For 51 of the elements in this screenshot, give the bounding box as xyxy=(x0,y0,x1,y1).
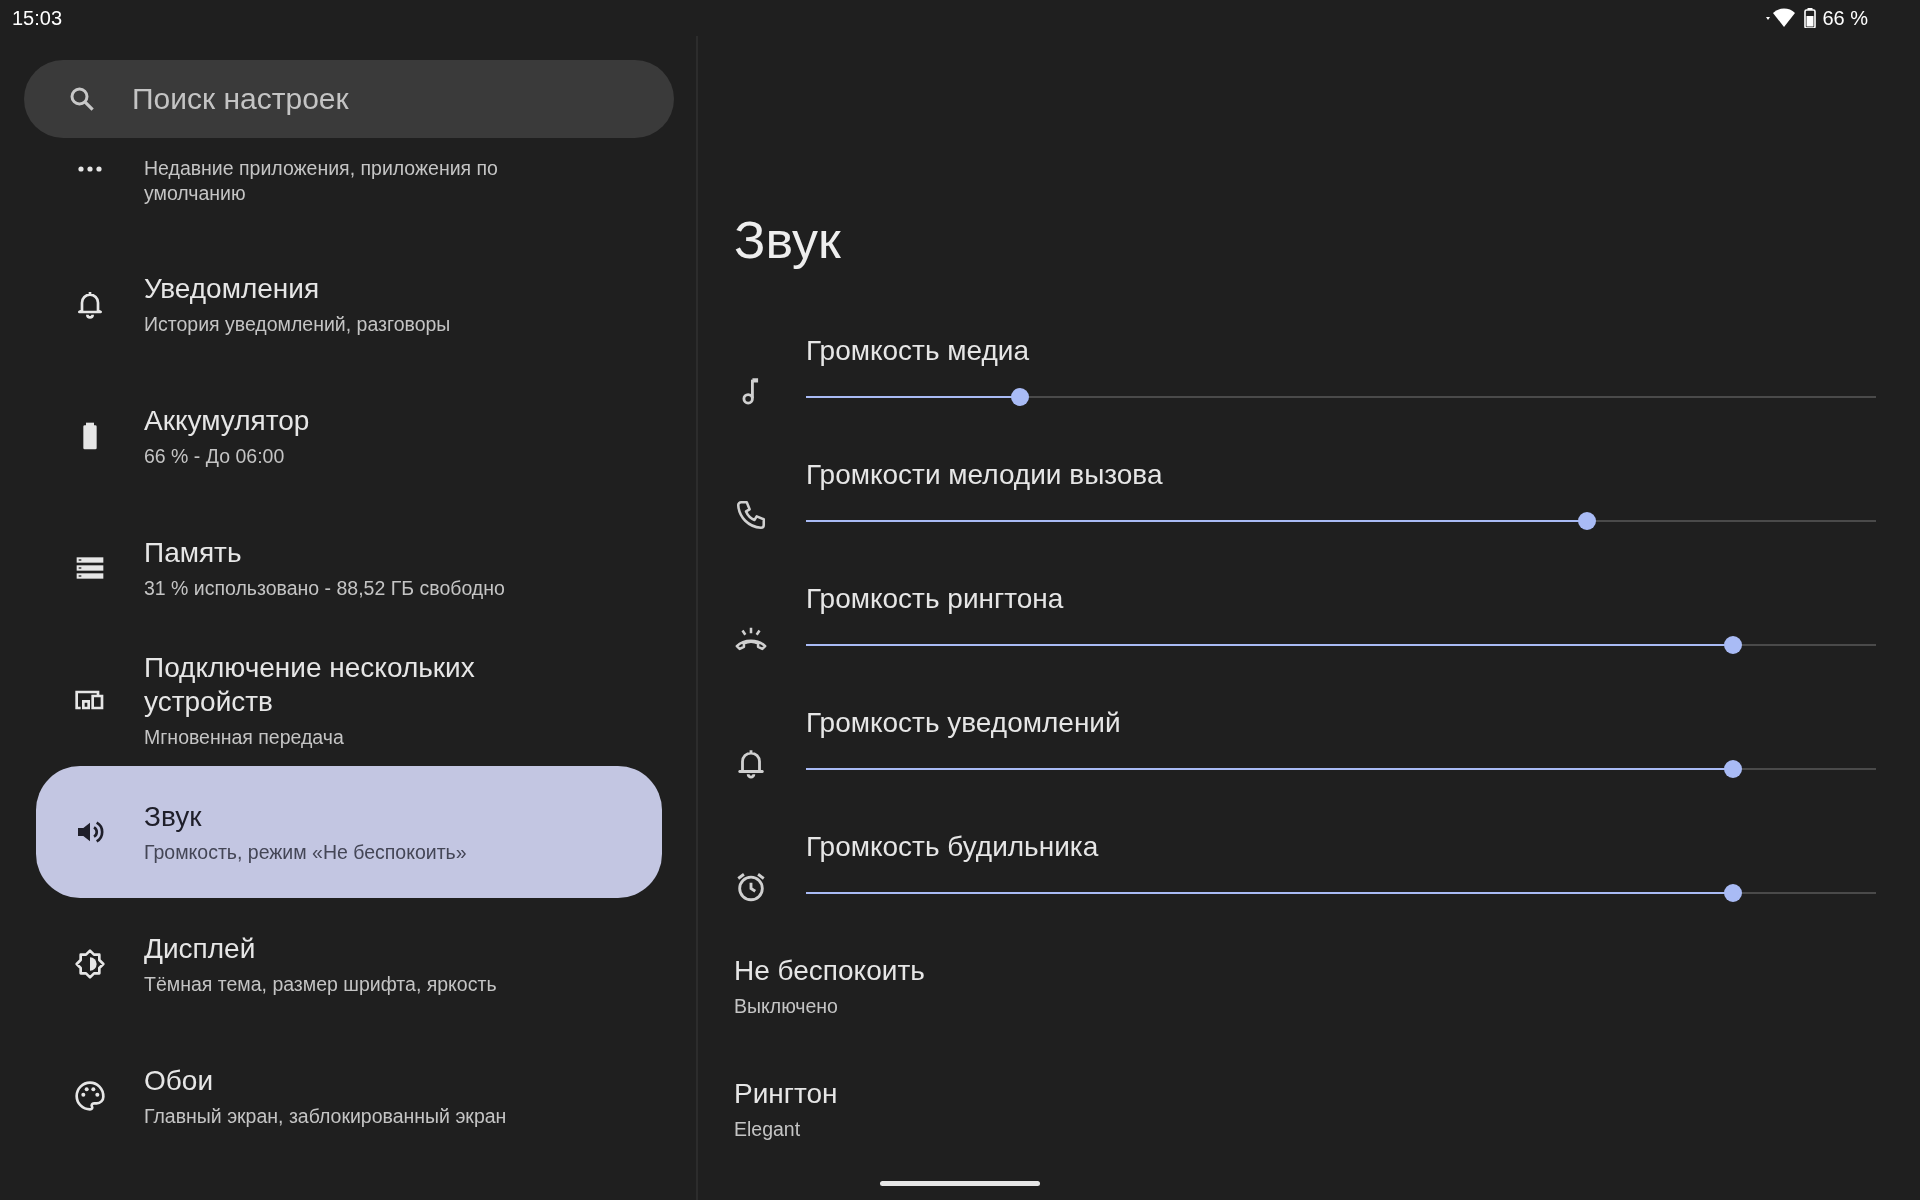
settings-category[interactable]: Дисплей Тёмная тема, размер шрифта, яркость xyxy=(36,898,662,1030)
search-field[interactable]: Поиск настроек xyxy=(24,60,674,138)
more-icon xyxy=(78,166,102,172)
battery-percentage: 66 % xyxy=(1822,6,1868,30)
volume-slider[interactable] xyxy=(806,512,1876,530)
category-title: Память xyxy=(144,535,243,570)
settings-category[interactable]: Обои Главный экран, заблокированный экран xyxy=(36,1030,662,1162)
settings-category[interactable]: Уведомления История уведомлений, разговоры xyxy=(36,238,662,370)
brightness-icon xyxy=(74,948,106,980)
category-summary: Мгновенная передача xyxy=(144,724,345,750)
slider-thumb[interactable] xyxy=(1011,388,1029,406)
settings-category[interactable]: Память 31 % использовано - 88,52 ГБ свободно xyxy=(36,502,662,634)
volume-slider[interactable] xyxy=(806,884,1876,902)
volume-slider[interactable] xyxy=(806,388,1876,406)
setting-summary: Elegant xyxy=(734,1117,802,1142)
category-title: Обои xyxy=(144,1063,215,1098)
volume-label: Громкость уведомлений xyxy=(806,706,1122,740)
clock-time: 15:03 xyxy=(12,6,63,30)
volume-label: Громкость рингтона xyxy=(806,582,1065,616)
slider-thumb[interactable] xyxy=(1723,760,1742,778)
slider-thumb[interactable] xyxy=(1578,512,1597,530)
settings-category[interactable]: Подключение нескольких устройств Мгновенная передача xyxy=(36,634,662,766)
category-title: Звук xyxy=(144,799,203,834)
category-summary: Громкость, режим «Не беспокоить» xyxy=(144,839,468,865)
setting-title[interactable]: Рингтон xyxy=(734,1077,1876,1111)
category-summary: 66 % - До 06:00 xyxy=(144,443,286,469)
volume-slider[interactable] xyxy=(806,760,1876,778)
volume-slider[interactable] xyxy=(806,636,1876,654)
category-summary: Главный экран, заблокированный экран xyxy=(144,1103,508,1129)
category-title: Дисплей xyxy=(144,931,257,966)
slider-thumb[interactable] xyxy=(1723,636,1742,654)
phone-icon xyxy=(734,498,768,532)
palette-icon xyxy=(74,1080,106,1112)
settings-category[interactable]: Аккумулятор 66 % - До 06:00 xyxy=(36,370,662,502)
settings-category[interactable]: Недавние приложения, приложения по умолчанию xyxy=(36,138,662,238)
volume-label: Громкость будильника xyxy=(806,830,1100,864)
category-summary: История уведомлений, разговоры xyxy=(144,311,452,337)
slider-thumb[interactable] xyxy=(1723,884,1742,902)
battery-icon xyxy=(1804,8,1817,28)
category-summary: Недавние приложения, приложения по умолчанию xyxy=(144,156,499,206)
category-summary: 31 % использовано - 88,52 ГБ свободно xyxy=(144,575,506,601)
settings-category[interactable]: Звук Громкость, режим «Не беспокоить» xyxy=(36,766,662,898)
volume-label: Громкости мелодии вызова xyxy=(806,458,1164,492)
category-summary: Тёмная тема, размер шрифта, яркость xyxy=(144,971,498,997)
category-title: Подключение нескольких устройств xyxy=(144,650,476,719)
setting-title[interactable]: Не беспокоить xyxy=(734,954,1876,988)
page-title: Звук xyxy=(734,210,842,270)
category-title: Уведомления xyxy=(144,271,321,306)
volume-label: Громкость медиа xyxy=(806,334,1031,368)
category-title: Аккумулятор xyxy=(144,403,311,438)
setting-summary: Выключено xyxy=(734,994,839,1019)
